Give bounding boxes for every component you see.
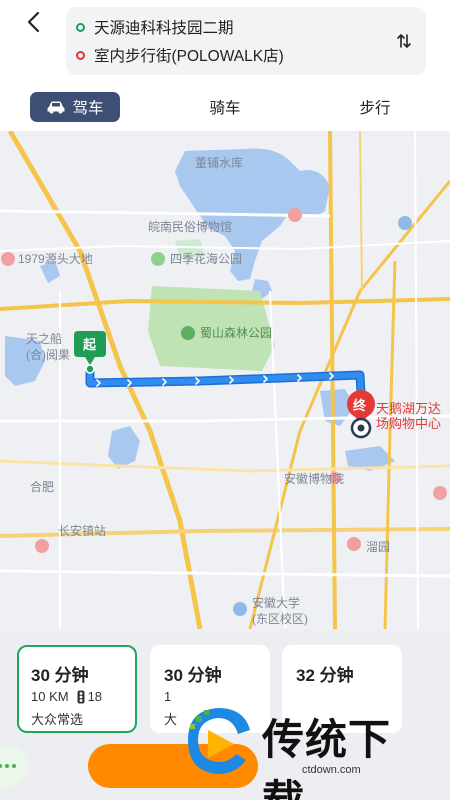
map-view[interactable]: 皖南民俗博物馆 四季花海公园 蜀山森林公园 1979源头大地 天之船 (合)阅果… [0, 131, 450, 629]
header: 天源迪科科技园二期 室内步行街(POLOWALK店) [0, 0, 450, 86]
tab-drive-label: 驾车 [72, 100, 104, 117]
label-mall-left: 天之船 [26, 332, 62, 346]
poi-icon-right [433, 486, 447, 500]
tab-bike[interactable]: 骑车 [195, 92, 255, 122]
tab-walk[interactable]: 步行 [345, 92, 405, 122]
label-changan: 长安镇站 [58, 523, 106, 538]
museum-poi-icon [288, 208, 302, 222]
watermark-url: ctdown.com [302, 764, 361, 776]
label-top-center: 董铺水库 [195, 155, 243, 170]
destination-text: 室内步行街(POLOWALK店) [94, 48, 284, 65]
minor-road-2 [0, 240, 450, 252]
label-jingyuan: 溜园 [366, 539, 390, 554]
route-2-meta: 1 [164, 689, 171, 704]
start-marker[interactable]: 起 [74, 331, 106, 374]
jingyuan-poi-icon [347, 537, 361, 551]
route-2-distance: 1 [164, 689, 172, 704]
label-anhui-museum: 安徽博物院 [284, 471, 344, 486]
university-poi-icon [233, 602, 247, 616]
label-anhui-uni: 安徽大学 [252, 595, 300, 610]
route-3-time: 32 分钟 [296, 666, 354, 685]
changan-poi-icon [35, 539, 49, 553]
minor-road-6 [269, 290, 286, 629]
poi-icon-top-right [398, 216, 412, 230]
route-1-meta: 10 KM 18 [31, 689, 102, 704]
label-wanda-2: 场购物中心 [376, 416, 441, 431]
watermark-logo-icon [188, 708, 250, 774]
more-dots-icon [0, 764, 16, 768]
start-marker-label: 起 [82, 337, 97, 353]
swap-button[interactable] [392, 29, 416, 53]
tab-bike-label: 骑车 [209, 100, 241, 117]
destination-row[interactable]: 室内步行街(POLOWALK店) [76, 44, 284, 66]
route-1-time: 30 分钟 [31, 666, 89, 685]
route-1-tag: 大众常选 [31, 712, 84, 727]
swap-arrows-icon [397, 34, 411, 48]
label-museum: 皖南民俗博物馆 [148, 219, 232, 234]
flower-park-poi-icon [151, 252, 165, 266]
poi-icon-left [1, 252, 15, 266]
car-icon [47, 101, 65, 114]
minor-road-8 [359, 131, 363, 292]
small-lake [108, 426, 140, 469]
map-canvas: 皖南民俗博物馆 四季花海公园 蜀山森林公园 1979源头大地 天之船 (合)阅果… [0, 131, 450, 629]
label-wanda-1: 天鹅湖万达 [376, 401, 441, 416]
origin-row[interactable]: 天源迪科科技园二期 [76, 16, 234, 38]
end-marker-label: 终 [353, 398, 367, 414]
tab-drive[interactable]: 驾车 [30, 92, 120, 122]
minor-road-4 [0, 569, 450, 578]
traffic-light-icon [77, 690, 85, 703]
minor-road-7 [414, 131, 419, 629]
route-1-lights: 18 [77, 689, 102, 704]
route-1-distance: 10 KM [31, 689, 69, 704]
transport-mode-tabs: 驾车 骑车 步行 [0, 92, 450, 126]
label-park-four: 四季花海公园 [170, 251, 242, 266]
route-2-time: 30 分钟 [164, 666, 222, 685]
label-1979: 1979源头大地 [18, 252, 93, 266]
tab-walk-label: 步行 [359, 100, 391, 117]
route-card-1[interactable]: 30 分钟 10 KM 18 大众常选 [17, 645, 137, 733]
label-forest: 蜀山森林公园 [200, 325, 272, 340]
route-1-lights-count: 18 [87, 689, 103, 704]
watermark-title: 传统下载 [262, 715, 392, 800]
label-mall-left-2: (合)阅果 [26, 347, 70, 362]
end-marker[interactable]: 终 [347, 390, 375, 439]
forest-poi-icon [181, 326, 195, 340]
origin-text: 天源迪科科技园二期 [94, 20, 234, 37]
route-input-box: 天源迪科科技园二期 室内步行街(POLOWALK店) [66, 7, 426, 75]
watermark: 传统下载 ctdown.com [178, 700, 428, 800]
origin-dot-icon [76, 22, 85, 32]
destination-dot-icon [76, 50, 85, 60]
label-hefei: 合肥 [30, 479, 54, 494]
label-uni-campus: (东区校区) [252, 611, 308, 626]
back-button[interactable] [20, 8, 48, 36]
chevron-left-icon [27, 11, 40, 33]
route-2-tag: 大 [164, 712, 178, 727]
